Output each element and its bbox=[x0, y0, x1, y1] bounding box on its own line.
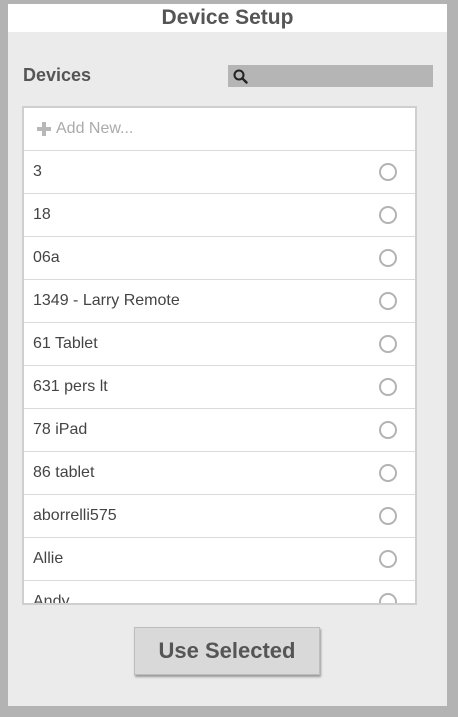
device-select-radio[interactable] bbox=[379, 378, 397, 396]
title-bar: Device Setup bbox=[8, 4, 447, 32]
device-list-item[interactable]: 61 Tablet bbox=[24, 323, 415, 366]
page-title: Device Setup bbox=[161, 6, 294, 29]
device-name: Allie bbox=[33, 550, 64, 567]
use-selected-button[interactable]: Use Selected bbox=[134, 627, 320, 675]
devices-section-label: Devices bbox=[23, 65, 92, 85]
device-name: 3 bbox=[33, 163, 42, 180]
device-name: 86 tablet bbox=[33, 464, 95, 481]
device-list-item[interactable]: Allie bbox=[24, 538, 415, 581]
device-select-radio[interactable] bbox=[379, 292, 397, 310]
device-name: aborrelli575 bbox=[33, 507, 117, 524]
device-name: 78 iPad bbox=[33, 421, 88, 438]
search-input[interactable] bbox=[248, 66, 433, 86]
device-list-item[interactable]: 631 pers lt bbox=[24, 366, 415, 409]
device-select-radio[interactable] bbox=[379, 550, 397, 568]
device-select-radio[interactable] bbox=[379, 163, 397, 181]
device-name: Andy bbox=[33, 593, 70, 605]
device-list-item[interactable]: 1349 - Larry Remote bbox=[24, 280, 415, 323]
search-icon bbox=[232, 68, 248, 84]
device-name: 18 bbox=[33, 206, 51, 223]
device-list-item[interactable]: Andy bbox=[24, 581, 415, 605]
device-list-item[interactable]: 18 bbox=[24, 194, 415, 237]
device-list-item[interactable]: 78 iPad bbox=[24, 409, 415, 452]
device-list-item[interactable]: 3 bbox=[24, 151, 415, 194]
add-new-device-button[interactable]: Add New... bbox=[24, 108, 415, 151]
device-setup-panel: Device Setup Devices Add New... 3 18 06a… bbox=[8, 4, 447, 706]
device-select-radio[interactable] bbox=[379, 507, 397, 525]
device-name: 06a bbox=[33, 249, 60, 266]
plus-icon bbox=[37, 122, 51, 136]
device-select-radio[interactable] bbox=[379, 249, 397, 267]
device-list-item[interactable]: 06a bbox=[24, 237, 415, 280]
device-name: 631 pers lt bbox=[33, 378, 108, 395]
add-new-label: Add New... bbox=[56, 120, 134, 137]
device-list-item[interactable]: 86 tablet bbox=[24, 452, 415, 495]
device-select-radio[interactable] bbox=[379, 421, 397, 439]
device-select-radio[interactable] bbox=[379, 206, 397, 224]
device-search-box[interactable] bbox=[228, 65, 433, 87]
device-list[interactable]: Add New... 3 18 06a 1349 - Larry Remote … bbox=[22, 106, 417, 605]
device-select-radio[interactable] bbox=[379, 335, 397, 353]
device-name: 1349 - Larry Remote bbox=[33, 292, 180, 309]
device-name: 61 Tablet bbox=[33, 335, 98, 352]
device-select-radio[interactable] bbox=[379, 464, 397, 482]
device-list-item[interactable]: aborrelli575 bbox=[24, 495, 415, 538]
device-select-radio[interactable] bbox=[379, 593, 397, 603]
